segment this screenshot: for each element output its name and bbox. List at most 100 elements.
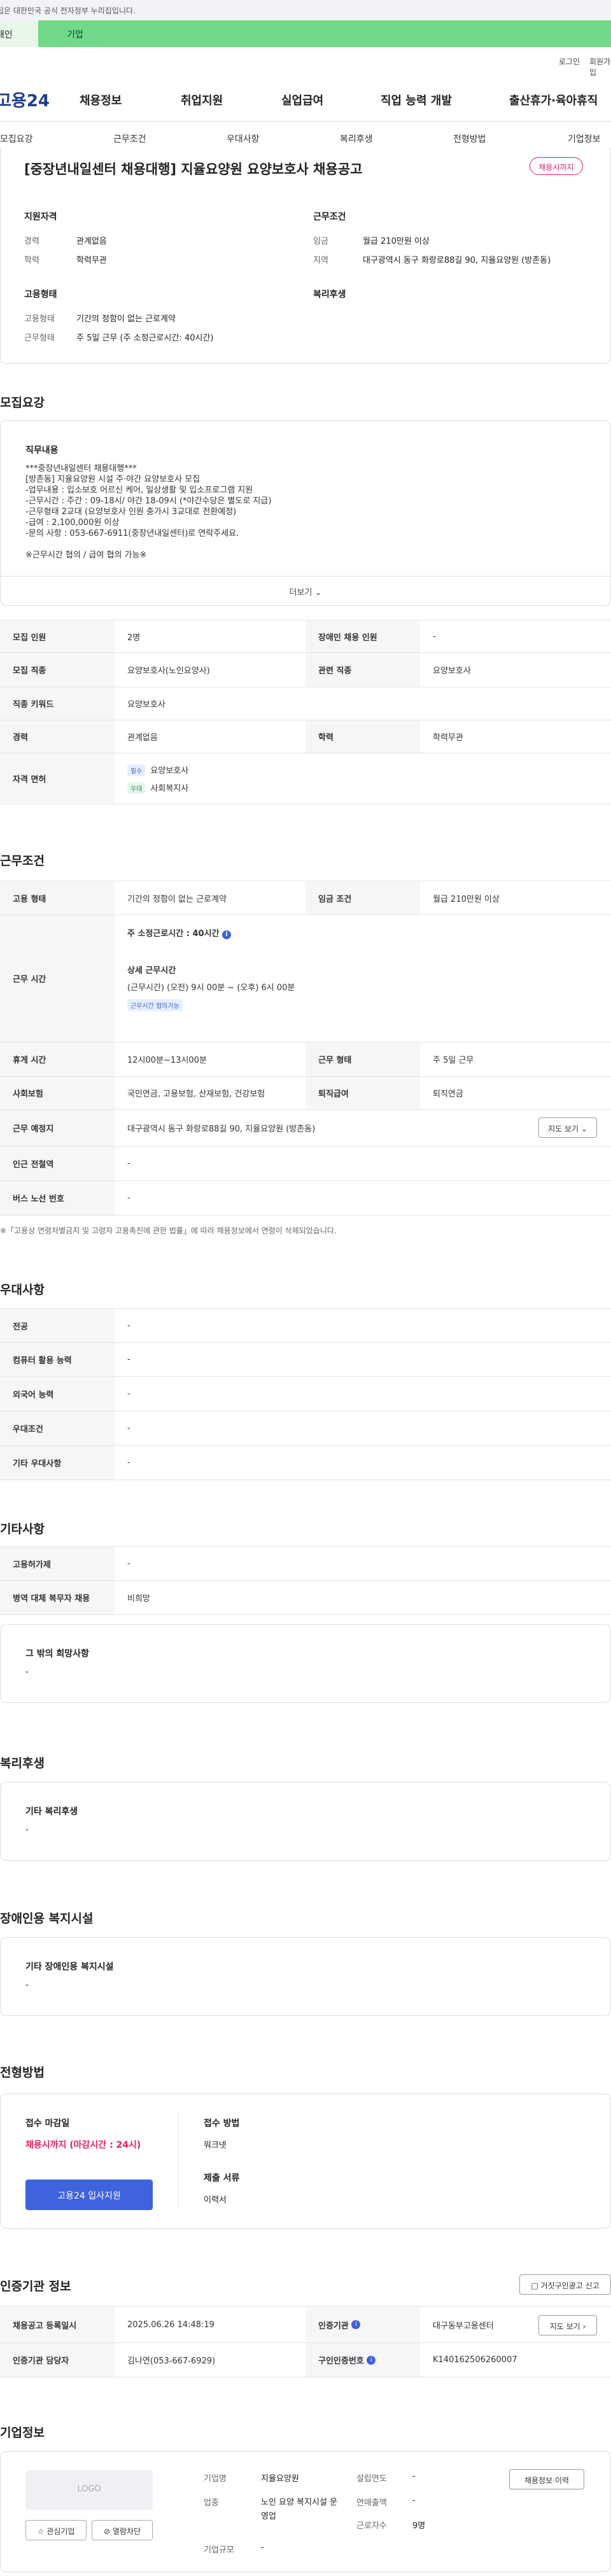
hours-weekly: 주 소정근로시간 : 40시간 i [127, 927, 295, 939]
industry-value: 노인 요양 복지시설 운영업 [261, 2498, 338, 2521]
place-label: 근무 예정지 [0, 1110, 115, 1146]
emptype-value: 기간의 정함이 없는 근로계약 [127, 894, 227, 904]
block-icon: ⊘ [103, 2527, 111, 2536]
wage-value: 월급 210만원 이상 [363, 237, 430, 246]
sales-label: 연매출액 [356, 2498, 387, 2508]
subway-label: 인근 전철역 [0, 1147, 115, 1180]
recruit-section-title: 모집요강 [0, 396, 45, 410]
gnb-item-employment-support[interactable]: 취업지원 [181, 92, 223, 108]
table-row: 근무 예정지 대구광역시 동구 화랑로88길 90, 지율요양원 (방촌동) [0, 1110, 611, 1147]
insurance-label: 사회보험 [0, 1077, 115, 1109]
company-size-value: - [261, 2543, 264, 2552]
site-logo[interactable]: 고용24 [0, 88, 50, 111]
license-preferred-name: 사회복지사 [150, 783, 189, 794]
emptype-label: 고용 형태 [0, 881, 115, 914]
agency-value: 대구동부고용센터 [433, 2321, 494, 2331]
deadline-label: 접수 마감일 [25, 2118, 70, 2129]
related-value: 요양보호사 [433, 666, 471, 676]
selection-section-title: 전형방법 [0, 2066, 45, 2080]
gnb-item-parental-leave[interactable]: 출산휴가·육아휴직 [509, 92, 598, 108]
career-label: 경력 [24, 237, 39, 246]
wage-value: 월급 210만원 이상 [433, 894, 500, 904]
other-wish-heading: 그 밖의 희망사항 [25, 1649, 89, 1659]
company-section-title: 기업정보 [0, 2426, 45, 2440]
tab-company[interactable]: 기업정보 [568, 132, 601, 145]
info-icon[interactable]: i [222, 930, 232, 939]
more-button[interactable]: 더보기 ⌄ [0, 576, 611, 605]
disability-heading: 기타 장애인용 복지시설 [25, 1962, 114, 1972]
region-label: 지역 [313, 256, 328, 265]
gnb-divider [0, 121, 611, 122]
info-icon[interactable]: i [367, 2355, 376, 2365]
agency-map-button[interactable]: 지도 보기 › [538, 2315, 597, 2335]
founded-label: 설립연도 [356, 2474, 387, 2484]
docs-label: 제출 서류 [204, 2173, 240, 2183]
method-label: 접수 방법 [204, 2118, 240, 2129]
lang-value: - [127, 1389, 130, 1399]
related-label: 관련 직종 [306, 653, 420, 687]
headcount-value: 2명 [127, 633, 141, 643]
tab-corporate[interactable]: 기업 [38, 20, 611, 47]
tab-welfare[interactable]: 복리후생 [340, 132, 373, 145]
gov-banner-text: 이 누리집은 대한민국 공식 전자정부 누리집입니다. [0, 6, 136, 15]
tab-recruit[interactable]: 모집요강 [0, 132, 33, 145]
disability-card [0, 1937, 611, 2016]
sales-value: - [412, 2496, 416, 2505]
tab-preference[interactable]: 우대사항 [227, 132, 260, 145]
chevron-down-icon: ⌄ [314, 588, 322, 598]
duty-text: ***중장년내일센터 채용대행*** [방촌동] 지율요양원 시설 주·야간 요… [25, 464, 272, 560]
company-name-label: 기업명 [204, 2474, 227, 2484]
auth-value: K140162506260007 [433, 2355, 517, 2365]
insurance-value: 국민연금, 고용보험, 산재보험, 건강보험 [127, 1089, 265, 1099]
company-name-value: 지율요양원 [261, 2474, 299, 2484]
table-row: 자격 면허 필수 요양보호사 우대 사회복지사 [0, 753, 611, 804]
table-row: 모집 인원 2명 장애인 채용 인원 - [0, 620, 611, 653]
welfare-section-title: 복리후생 [0, 1756, 45, 1770]
status-badge: 채용시까지 [530, 157, 583, 175]
pref-etc-value: - [127, 1458, 130, 1467]
keyword-label: 직종 키워드 [0, 687, 115, 720]
preference-section-title: 우대사항 [0, 1283, 45, 1297]
reg-date-label: 채용공고 등록일시 [0, 2307, 115, 2342]
career-label: 경력 [0, 720, 115, 753]
audience-switch: 개인 기업 [0, 20, 611, 47]
agency-section-title: 인증기관 정보 [0, 2279, 71, 2293]
join-link[interactable]: 회원가입 [589, 56, 611, 78]
tab-personal-label: 개인 [0, 30, 13, 40]
license-preferred: 우대 사회복지사 [127, 781, 188, 794]
table-row: 전공 - [0, 1308, 611, 1343]
tab-selection[interactable]: 전형방법 [453, 132, 486, 145]
hours-label: 근무 시간 [0, 915, 115, 1042]
break-label: 휴게 시간 [0, 1042, 115, 1076]
docs-value: 이력서 [204, 2195, 227, 2205]
apply-button[interactable]: 고용24 입사지원 [25, 2180, 153, 2210]
login-link[interactable]: 로그인 [559, 56, 580, 67]
follow-company-button[interactable]: ☆ 관심기업 [25, 2520, 87, 2540]
map-button[interactable]: 지도 보기 ⌄ [538, 1117, 597, 1138]
gnb-item-training[interactable]: 직업 능력 개발 [381, 92, 452, 108]
report-fake-ad-button[interactable]: □ 거짓구인광고 신고 [519, 2274, 611, 2295]
worktype-value: 주 5일 근무 (주 소정근로시간: 40시간) [76, 333, 214, 343]
table-row: 병역 대체 복무자 채용 비희망 [0, 1581, 611, 1615]
gnb-item-jobs[interactable]: 채용정보 [80, 92, 122, 108]
manager-label: 인증기관 담당자 [0, 2343, 115, 2377]
table-row: 기타 우대사항 - [0, 1446, 611, 1480]
tab-personal[interactable]: 개인 [0, 20, 38, 47]
follow-label: 관심기업 [46, 2527, 75, 2536]
career-value: 관계없음 [76, 237, 107, 246]
info-icon[interactable]: i [351, 2320, 361, 2329]
block-view-button[interactable]: ⊘ 열람차단 [92, 2520, 153, 2540]
hiring-history-button[interactable]: 채용정보 이력 [509, 2469, 584, 2489]
tab-conditions[interactable]: 근무조건 [113, 132, 146, 145]
other-wish-value: - [25, 1667, 29, 1677]
disabled-value: - [433, 631, 436, 641]
duty-heading: 직무내용 [25, 445, 59, 456]
job-label: 모집 직종 [0, 653, 115, 687]
welfare-heading: 기타 복리후생 [25, 1807, 78, 1817]
license-required-name: 요양보호사 [150, 766, 189, 776]
disability-value: - [25, 1980, 29, 1990]
table-row: 근무 시간 주 소정근로시간 : 40시간 i 상세 근무시간 (근무시간) (… [0, 915, 611, 1042]
career-value: 관계없음 [127, 733, 158, 743]
gnb-item-unemployment[interactable]: 실업급여 [281, 92, 323, 108]
break-value: 12시00분~13시00분 [127, 1056, 207, 1065]
